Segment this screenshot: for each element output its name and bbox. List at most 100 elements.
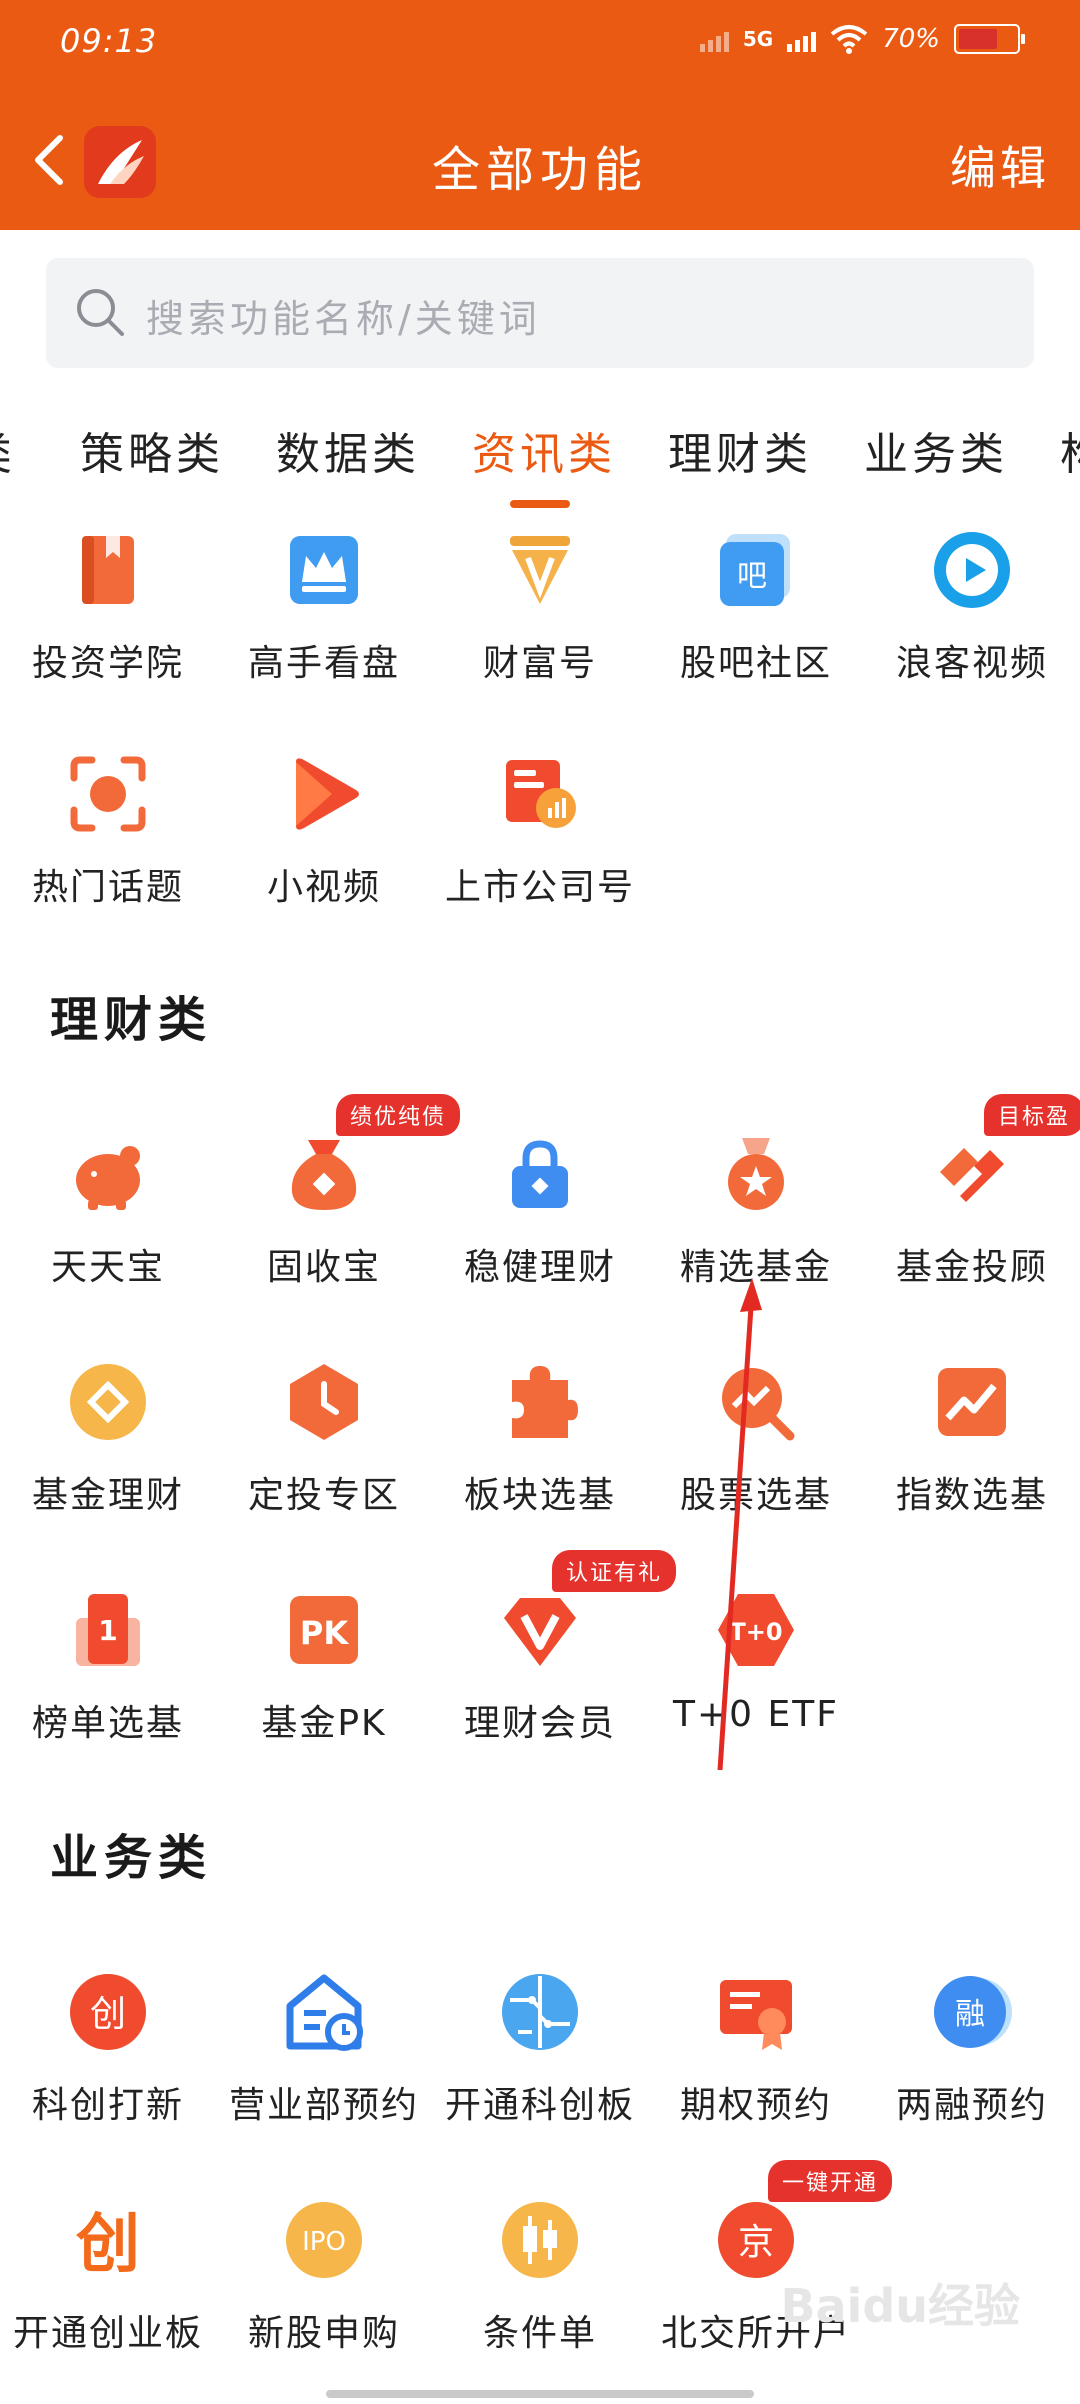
medal-icon	[728, 1138, 784, 1210]
grid-item-steady-wealth[interactable]: 稳健理财	[432, 1132, 648, 1290]
grid-item-video[interactable]: 浪客视频	[864, 528, 1080, 686]
badge-one-click-open: 一键开通	[768, 2160, 893, 2202]
chuang-circle-icon: 创	[70, 1974, 146, 2050]
ipo-icon: IPO	[286, 2202, 362, 2278]
tab-news[interactable]: 资讯类	[472, 418, 616, 482]
grid-item-investment-academy[interactable]: 投资学院	[0, 528, 216, 686]
pen-nib-icon	[510, 536, 570, 604]
signal-weak-icon	[699, 26, 729, 52]
tab-business[interactable]: 业务类	[864, 418, 1008, 482]
grid-item-auto-invest[interactable]: 定投专区	[216, 1360, 432, 1518]
network-label: 5G	[742, 27, 774, 51]
status-icons: 5G 70%	[699, 24, 1025, 54]
pk-icon: PK	[290, 1596, 358, 1664]
crown-icon	[290, 536, 358, 604]
vip-icon	[504, 1598, 576, 1666]
grid-item-stock-funds[interactable]: 股票选基	[648, 1360, 864, 1518]
video-play-icon	[934, 532, 1010, 608]
puzzle-icon	[512, 1366, 578, 1438]
grid-item-branch-booking[interactable]: 营业部预约	[216, 1970, 432, 2128]
svg-text:吧: 吧	[737, 559, 767, 594]
nav-bar: 全部功能 编辑	[0, 110, 1080, 210]
watermark: Baidu经验	[780, 2279, 1020, 2333]
svg-text:融: 融	[955, 1997, 985, 2032]
focus-icon	[70, 756, 146, 832]
company-icon	[506, 760, 576, 828]
edit-button[interactable]: 编辑	[950, 132, 1050, 198]
search-placeholder: 搜索功能名称/关键词	[146, 297, 541, 341]
t0-icon: T+0	[718, 1594, 794, 1666]
coin-icon	[70, 1364, 146, 1440]
circuit-icon	[502, 1974, 578, 2050]
home-indicator[interactable]	[326, 2390, 754, 2398]
signal-icon	[787, 26, 817, 52]
badge-certify-gift: 认证有礼	[552, 1550, 677, 1592]
grid-item-expert-view[interactable]: 高手看盘	[216, 528, 432, 686]
svg-text:创: 创	[90, 1994, 126, 2035]
app-header: 09:13 5G 70% 全部功能 编辑	[0, 0, 1080, 230]
grid-item-t0-etf[interactable]: T+0 T+0 ETF	[648, 1588, 864, 1735]
lock-icon	[512, 1140, 568, 1208]
chuang-text-icon: 创	[76, 2208, 140, 2282]
grid-item-wealth-vip[interactable]: 认证有礼 理财会员	[432, 1550, 677, 1746]
trend-chart-icon	[938, 1368, 1006, 1436]
grid-item-hot-topics[interactable]: 热门话题	[0, 752, 216, 910]
status-bar: 09:13 5G 70%	[0, 22, 1080, 72]
page-title: 全部功能	[431, 142, 648, 198]
certificate-icon	[720, 1980, 792, 2050]
grid-item-conditional-order[interactable]: 条件单	[432, 2198, 648, 2356]
candlestick-icon	[502, 2202, 578, 2278]
battery-percent: 70%	[882, 24, 940, 54]
grid-item-open-star-board[interactable]: 开通科创板	[432, 1970, 648, 2128]
svg-text:1: 1	[98, 1614, 117, 1647]
tab-partial-left[interactable]: 类	[0, 418, 16, 482]
search-icon	[77, 289, 124, 336]
grid-item-fund-pk[interactable]: PK 基金PK	[216, 1588, 432, 1746]
grid-item-forum[interactable]: 吧 股吧社区	[648, 528, 864, 686]
battery-icon	[954, 24, 1025, 54]
section-title-business: 业务类	[50, 1830, 213, 1886]
grid-item-fund-wealth[interactable]: 基金理财	[0, 1360, 216, 1518]
badge-top-bonds: 绩优纯债	[336, 1094, 461, 1136]
svg-text:IPO: IPO	[302, 2227, 346, 2257]
badge-target-profit: 目标盈	[984, 1094, 1080, 1136]
grid-item-gushoubao[interactable]: 绩优纯债 固收宝	[216, 1094, 461, 1290]
clock-icon	[290, 1364, 358, 1440]
rong-icon: 融	[934, 1976, 1012, 2048]
ranking-icon: 1	[76, 1594, 140, 1666]
grid-item-sector-funds[interactable]: 板块选基	[432, 1360, 648, 1518]
svg-text:创: 创	[76, 2208, 140, 2282]
section-title-wealth: 理财类	[50, 992, 213, 1048]
grid-item-open-gem[interactable]: 创 开通创业板	[0, 2198, 216, 2356]
tab-data[interactable]: 数据类	[276, 418, 420, 482]
grid-item-selected-funds[interactable]: 精选基金	[648, 1132, 864, 1290]
grid-item-short-video[interactable]: 小视频	[216, 752, 432, 910]
svg-text:T+0: T+0	[729, 1618, 782, 1646]
status-time: 09:13	[60, 22, 158, 60]
tab-partial-right[interactable]: 构	[1060, 418, 1080, 482]
book-icon	[82, 536, 134, 604]
svg-text:PK: PK	[300, 1614, 349, 1652]
svg-text:京: 京	[738, 2222, 774, 2263]
grid-item-index-funds[interactable]: 指数选基	[864, 1360, 1080, 1518]
grid-item-star-ipo[interactable]: 创 科创打新	[0, 1970, 216, 2128]
tab-wealth[interactable]: 理财类	[668, 418, 812, 482]
grid-item-fund-advisor[interactable]: 目标盈 基金投顾	[864, 1094, 1080, 1290]
piggy-bank-icon	[76, 1146, 140, 1210]
stock-search-icon	[722, 1368, 795, 1441]
grid-item-listed-company[interactable]: 上市公司号	[432, 752, 648, 910]
grid-item-ranking-funds[interactable]: 1 榜单选基	[0, 1588, 216, 1746]
grid-item-tiantianbao[interactable]: 天天宝	[0, 1132, 216, 1290]
active-tab-indicator	[510, 500, 570, 508]
tab-strategy[interactable]: 策略类	[80, 418, 224, 482]
forum-icon: 吧	[720, 534, 790, 606]
grid-item-margin-booking[interactable]: 融 两融预约	[864, 1970, 1080, 2128]
grid-item-ipo-subscribe[interactable]: IPO 新股申购	[216, 2198, 432, 2356]
grid-item-options-booking[interactable]: 期权预约	[648, 1970, 864, 2128]
short-video-icon	[296, 758, 359, 830]
advisor-icon	[940, 1148, 1004, 1202]
money-bag-icon	[291, 1140, 357, 1210]
grid-item-wealth-account[interactable]: 财富号	[432, 528, 648, 686]
search-input[interactable]: 搜索功能名称/关键词	[46, 258, 1034, 368]
office-clock-icon	[286, 1974, 363, 2051]
